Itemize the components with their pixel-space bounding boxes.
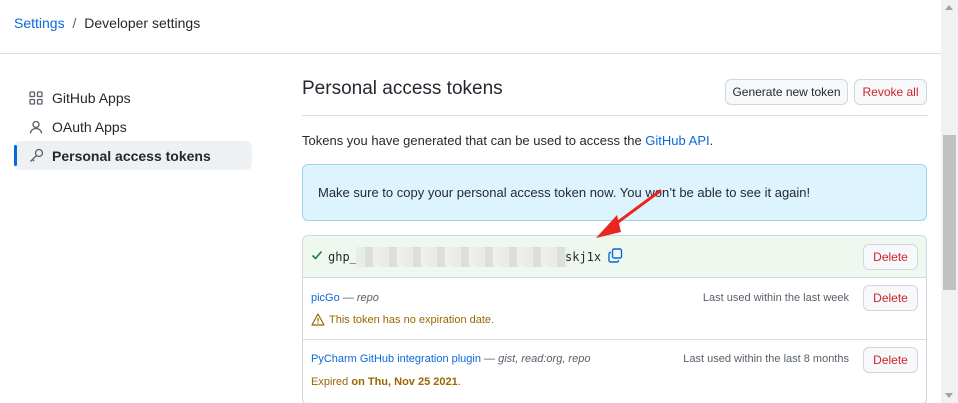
sidebar-item-label: GitHub Apps (52, 89, 131, 106)
key-icon (28, 148, 44, 164)
page-description: Tokens you have generated that can be us… (302, 133, 713, 148)
token-name-link[interactable]: picGo (311, 292, 340, 304)
token-list: ghp_ skj1x Delete picGo — repo Last used… (302, 235, 927, 403)
description-text: Tokens you have generated that can be us… (302, 133, 646, 148)
check-icon (311, 249, 323, 264)
expired-date: on Thu, Nov 25 2021 (351, 376, 458, 388)
scroll-down-arrow-icon[interactable] (945, 393, 953, 398)
scrollbar-thumb[interactable] (943, 135, 956, 290)
delete-new-token-button[interactable]: Delete (863, 244, 918, 270)
delete-pycharm-token-button[interactable]: Delete (863, 347, 918, 373)
warning-text: This token has no expiration date. (329, 313, 495, 326)
token-title-line: picGo — repo (311, 292, 379, 304)
page-scrollbar[interactable] (941, 0, 958, 403)
copy-icon[interactable] (608, 248, 623, 266)
token-row-picgo: picGo — repo Last used within the last w… (303, 278, 926, 340)
token-expired-notice: Expired on Thu, Nov 25 2021. (311, 376, 461, 388)
token-title-line: PyCharm GitHub integration plugin — gist… (311, 353, 590, 365)
token-row-pycharm: PyCharm GitHub integration plugin — gist… (303, 340, 926, 403)
sidebar-nav: GitHub Apps OAuth Apps Personal access t… (14, 83, 252, 170)
token-warning: This token has no expiration date. (311, 313, 494, 326)
alert-icon (311, 313, 325, 326)
generate-new-token-button[interactable]: Generate new token (725, 79, 848, 105)
description-end: . (709, 133, 714, 148)
breadcrumb-settings-link[interactable]: Settings (14, 15, 65, 31)
token-dash: — (484, 353, 496, 365)
top-bar: Settings / Developer settings (0, 0, 941, 54)
github-api-link[interactable]: GitHub API (645, 133, 709, 148)
token-suffix: skj1x (565, 250, 602, 264)
expired-end: . (457, 376, 461, 388)
breadcrumb: Settings / Developer settings (14, 15, 200, 31)
token-scopes: gist, read:org, repo (498, 353, 591, 365)
expired-label: Expired (311, 376, 352, 388)
copy-token-notice: Make sure to copy your personal access t… (302, 164, 927, 221)
token-dash: — (342, 292, 354, 304)
token-scopes: repo (356, 292, 379, 304)
sidebar-item-github-apps[interactable]: GitHub Apps (14, 83, 252, 112)
sidebar-item-label: Personal access tokens (52, 147, 211, 164)
title-divider (302, 115, 928, 116)
token-name-link[interactable]: PyCharm GitHub integration plugin (311, 353, 481, 365)
apps-grid-icon (28, 90, 44, 106)
page-title: Personal access tokens (302, 78, 503, 99)
scroll-up-arrow-icon[interactable] (945, 5, 953, 10)
token-prefix: ghp_ (328, 250, 357, 264)
sidebar-item-label: OAuth Apps (52, 118, 127, 135)
token-last-used: Last used within the last week (702, 292, 849, 304)
person-icon (28, 119, 44, 135)
flash-message: Make sure to copy your personal access t… (318, 185, 811, 200)
new-token-row: ghp_ skj1x Delete (303, 236, 926, 278)
breadcrumb-current: Developer settings (84, 15, 201, 31)
sidebar-item-oauth-apps[interactable]: OAuth Apps (14, 112, 252, 141)
breadcrumb-separator: / (72, 15, 77, 31)
token-last-used: Last used within the last 8 months (683, 353, 849, 365)
delete-picgo-token-button[interactable]: Delete (863, 285, 918, 311)
sidebar-item-personal-access-tokens[interactable]: Personal access tokens (14, 141, 252, 170)
revoke-all-button[interactable]: Revoke all (854, 79, 927, 105)
redacted-token-mask (356, 247, 570, 267)
